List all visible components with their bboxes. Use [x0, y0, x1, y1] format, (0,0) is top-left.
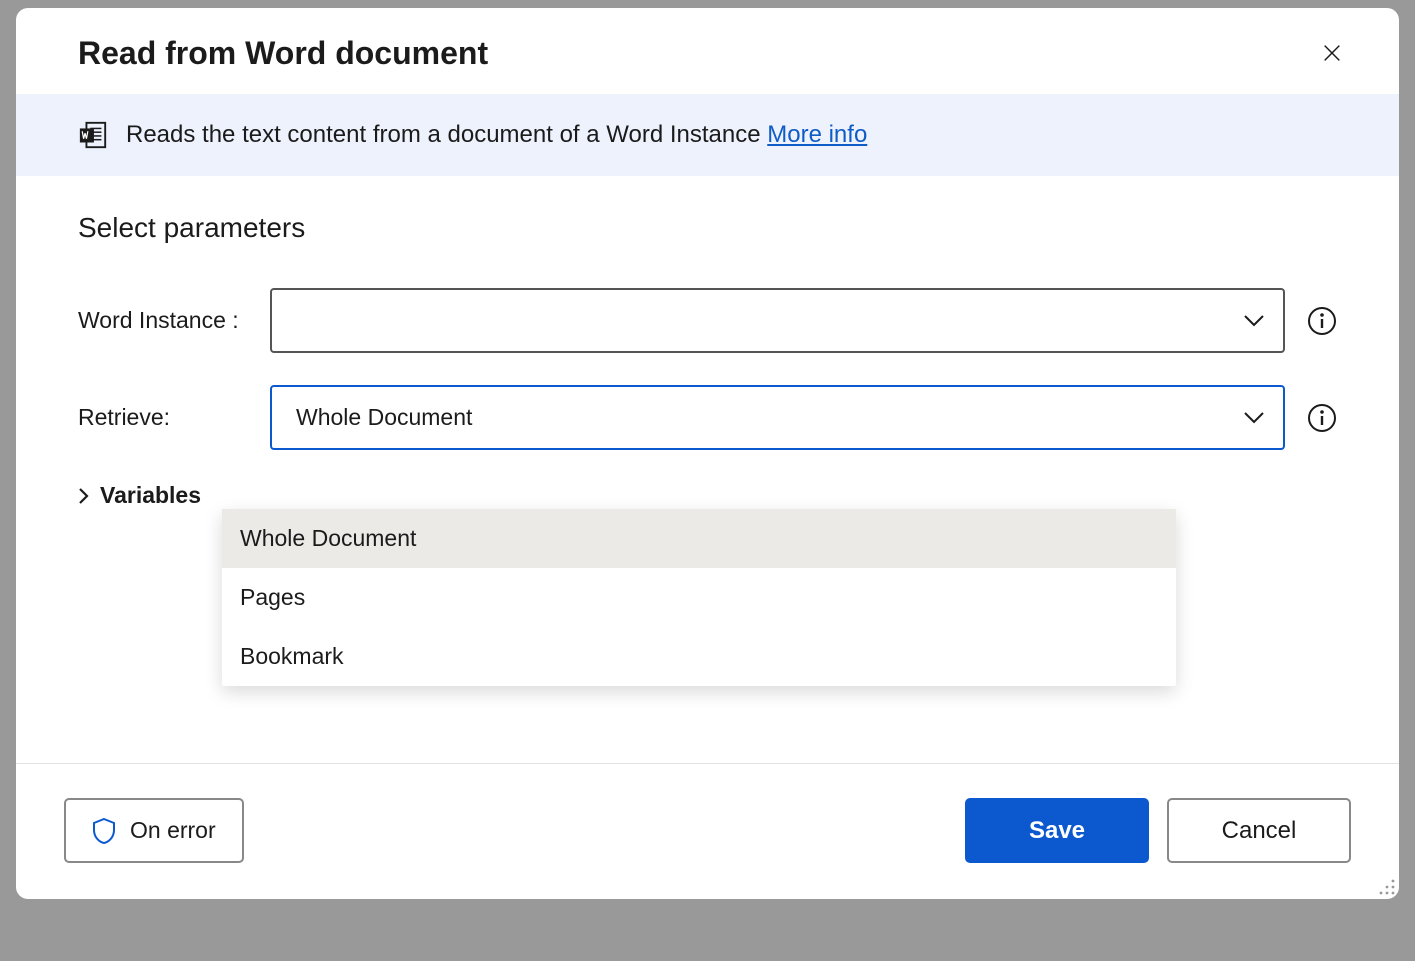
save-button[interactable]: Save — [965, 798, 1149, 863]
retrieve-dropdown: Whole Document Pages Bookmark — [222, 509, 1176, 686]
close-icon — [1321, 42, 1343, 64]
more-info-link[interactable]: More info — [767, 121, 867, 148]
info-bar: Reads the text content from a document o… — [16, 94, 1399, 176]
word-instance-select[interactable] — [270, 288, 1285, 353]
info-text: Reads the text content from a document o… — [126, 121, 867, 149]
retrieve-info-icon[interactable] — [1307, 403, 1337, 433]
retrieve-value: Whole Document — [296, 404, 472, 431]
dialog-header: Read from Word document — [16, 8, 1399, 94]
retrieve-row: Retrieve: Whole Document — [78, 385, 1337, 450]
shield-icon — [92, 818, 116, 844]
word-instance-info-icon[interactable] — [1307, 306, 1337, 336]
cancel-button[interactable]: Cancel — [1167, 798, 1351, 863]
word-instance-row: Word Instance : — [78, 288, 1337, 353]
variables-toggle[interactable]: Variables — [78, 482, 1337, 509]
dialog-footer: On error Save Cancel — [16, 763, 1399, 899]
variables-label: Variables — [100, 482, 201, 509]
chevron-down-icon — [1243, 314, 1265, 328]
section-title: Select parameters — [78, 212, 1337, 244]
on-error-label: On error — [130, 817, 216, 844]
dropdown-option-bookmark[interactable]: Bookmark — [222, 627, 1176, 686]
retrieve-select[interactable]: Whole Document — [270, 385, 1285, 450]
retrieve-label: Retrieve: — [78, 404, 270, 431]
close-button[interactable] — [1313, 34, 1351, 72]
dropdown-option-pages[interactable]: Pages — [222, 568, 1176, 627]
dialog-title: Read from Word document — [78, 35, 488, 72]
chevron-down-icon — [1243, 411, 1265, 425]
word-icon — [78, 120, 108, 150]
dropdown-option-whole-document[interactable]: Whole Document — [222, 509, 1176, 568]
chevron-right-icon — [78, 487, 90, 505]
word-instance-label: Word Instance : — [78, 307, 270, 334]
dialog: Read from Word document Reads the text c… — [16, 8, 1399, 899]
footer-right: Save Cancel — [965, 798, 1351, 863]
on-error-button[interactable]: On error — [64, 798, 244, 863]
resize-grip[interactable] — [1377, 877, 1397, 897]
